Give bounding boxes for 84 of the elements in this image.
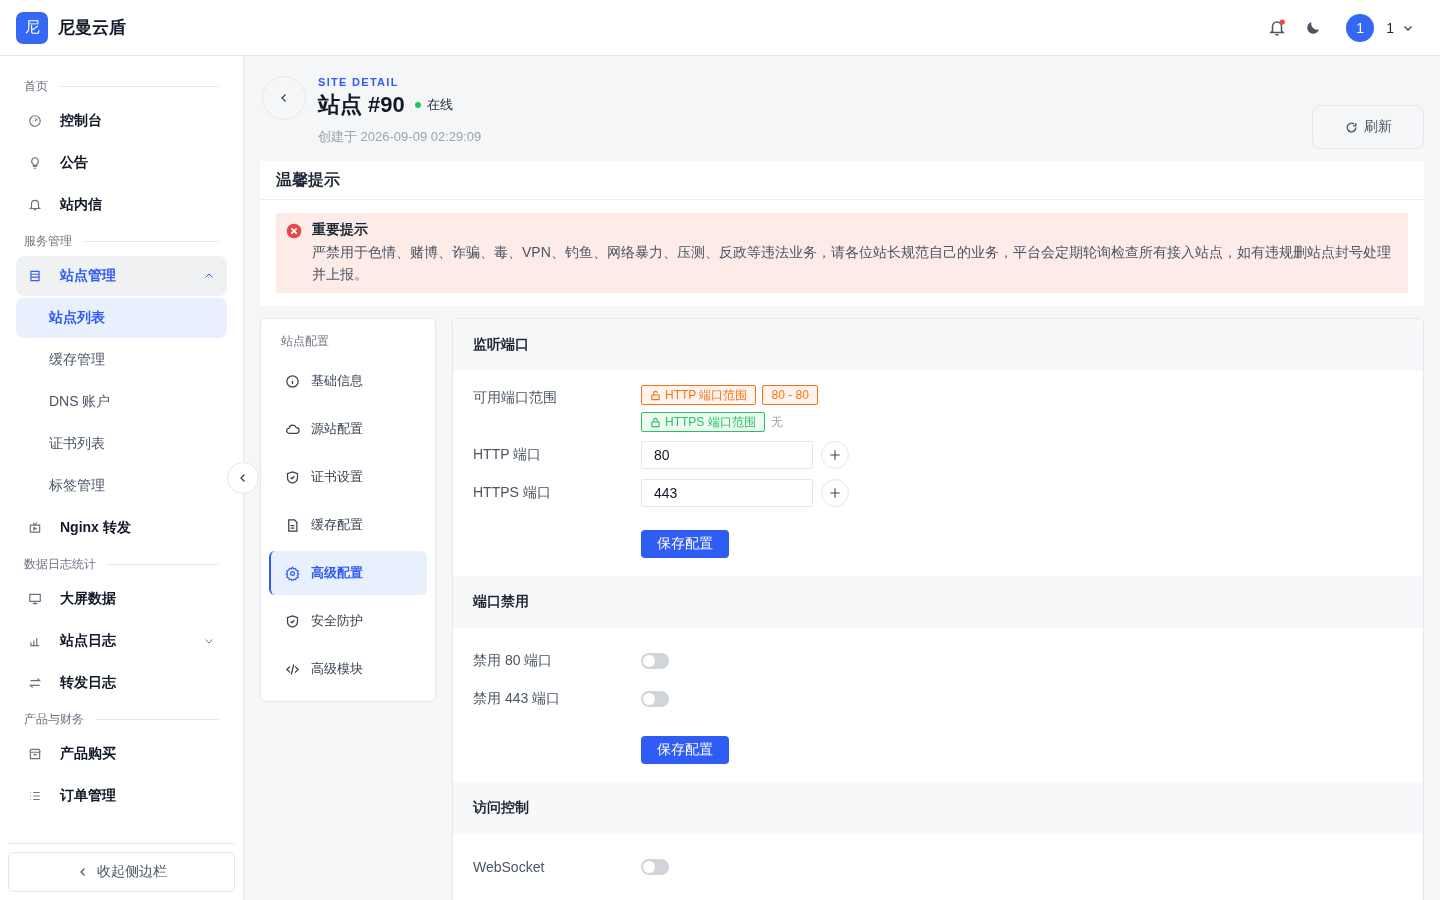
unlocked-lock-icon: [650, 389, 661, 401]
port-range-value: 80 - 80: [762, 385, 818, 405]
sidebar-item[interactable]: 大屏数据: [16, 579, 227, 619]
sidebar-item[interactable]: 站点管理: [16, 256, 227, 296]
bell-icon: [28, 198, 42, 212]
sidebar-item[interactable]: 站内信: [16, 185, 227, 225]
collapse-sidebar-button[interactable]: 收起侧边栏: [8, 852, 235, 892]
lock-icon: [650, 416, 661, 428]
section-title: 端口禁用: [453, 576, 1423, 628]
document-icon: [285, 517, 300, 533]
section-label: 服务管理: [24, 232, 72, 250]
created-time: 创建于 2026-09-09 02:29:09: [318, 128, 483, 146]
add-button[interactable]: [821, 441, 849, 469]
lightbulb-icon: [28, 156, 42, 170]
save-button[interactable]: 保存配置: [641, 530, 729, 558]
sidebar-item[interactable]: 控制台: [16, 101, 227, 141]
list-icon: [28, 789, 42, 803]
port-range-tag: HTTPS 端口范围: [641, 412, 765, 432]
section-label: 数据日志统计: [24, 555, 96, 573]
tv-icon: [28, 521, 42, 535]
add-button[interactable]: [821, 479, 849, 507]
list-icon: [28, 269, 42, 283]
save-button[interactable]: 保存配置: [641, 736, 729, 764]
info-icon: [285, 373, 300, 389]
field-label: 禁用 443 端口: [473, 690, 562, 708]
field-label: WebSocket: [473, 859, 546, 875]
config-nav-item[interactable]: 高级配置: [269, 551, 427, 595]
collapse-toggle[interactable]: [227, 462, 259, 494]
field-label: HTTPS 端口: [473, 484, 552, 502]
sidebar-item[interactable]: 产品购买: [16, 734, 227, 774]
error-icon: [286, 223, 302, 239]
port-input[interactable]: 443: [641, 479, 813, 507]
brand-name: 尼曼云盾: [58, 17, 126, 39]
config-nav-item[interactable]: 缓存配置: [269, 503, 427, 547]
field-label: HTTP 端口: [473, 446, 543, 464]
page-title: 站点 #90: [318, 91, 405, 119]
settings-icon: [285, 565, 300, 581]
status-label: 在线: [426, 96, 453, 114]
section-label: 产品与财务: [24, 710, 84, 728]
sidebar-item[interactable]: 订单管理: [16, 776, 227, 816]
arrows-icon: [28, 676, 42, 690]
nav-heading: 站点配置: [280, 333, 330, 350]
port-range-value: 无: [770, 413, 783, 431]
refresh-button[interactable]: 刷新: [1312, 105, 1424, 149]
user-name[interactable]: 1: [1386, 19, 1394, 36]
port-range-tag: HTTP 端口范围: [641, 385, 757, 405]
avatar[interactable]: 1: [1346, 13, 1375, 42]
monitor-icon: [28, 592, 42, 606]
section-label: 首页: [24, 77, 48, 95]
sidebar-subitem[interactable]: 标签管理: [16, 466, 227, 506]
config-nav-item[interactable]: 源站配置: [269, 407, 427, 451]
sidebar-item[interactable]: 公告: [16, 143, 227, 183]
config-nav-item[interactable]: 证书设置: [269, 455, 427, 499]
toggle-switch[interactable]: [641, 859, 669, 875]
plus-icon: [828, 448, 842, 462]
dashboard-icon: [28, 114, 42, 128]
alert-text: 严禁用于色情、赌博、诈骗、毒、VPN、钓鱼、网络暴力、压测、反政等违法业务，请各位站长规范自己的业务，平台会定期轮询检查所有接入站点，如有违规删站点封号处理并上报。: [312, 243, 1392, 284]
shield-icon: [285, 613, 300, 629]
section-title: 监听端口: [453, 319, 1423, 371]
box-icon: [28, 747, 42, 761]
sidebar-item[interactable]: 站点日志: [16, 621, 227, 661]
card-title: 温馨提示: [260, 161, 1424, 200]
sidebar-item[interactable]: Nginx 转发: [16, 508, 227, 548]
port-input[interactable]: 80: [641, 441, 813, 469]
sidebar-subitem[interactable]: 站点列表: [16, 298, 227, 338]
sidebar-item[interactable]: 转发日志: [16, 663, 227, 703]
plus-icon: [828, 486, 842, 500]
page-eyebrow: SITE DETAIL: [318, 76, 400, 88]
shield-icon: [285, 469, 300, 485]
sidebar-subitem[interactable]: 证书列表: [16, 424, 227, 464]
code-icon: [285, 661, 300, 677]
sidebar-subitem[interactable]: DNS 账户: [16, 382, 227, 422]
config-nav-item[interactable]: 基础信息: [269, 359, 427, 403]
config-nav-item[interactable]: 高级模块: [269, 647, 427, 691]
sidebar-subitem[interactable]: 缓存管理: [16, 340, 227, 380]
toggle-switch[interactable]: [641, 653, 669, 669]
field-label: 禁用 80 端口: [473, 652, 554, 670]
section-title: 访问控制: [453, 782, 1423, 834]
config-nav-item[interactable]: 安全防护: [269, 599, 427, 643]
alert-title: 重要提示: [312, 221, 369, 239]
field-label: 可用端口范围: [473, 389, 558, 407]
logo[interactable]: 尼: [16, 11, 48, 44]
refresh-icon: [1344, 120, 1358, 134]
toggle-switch[interactable]: [641, 691, 669, 707]
